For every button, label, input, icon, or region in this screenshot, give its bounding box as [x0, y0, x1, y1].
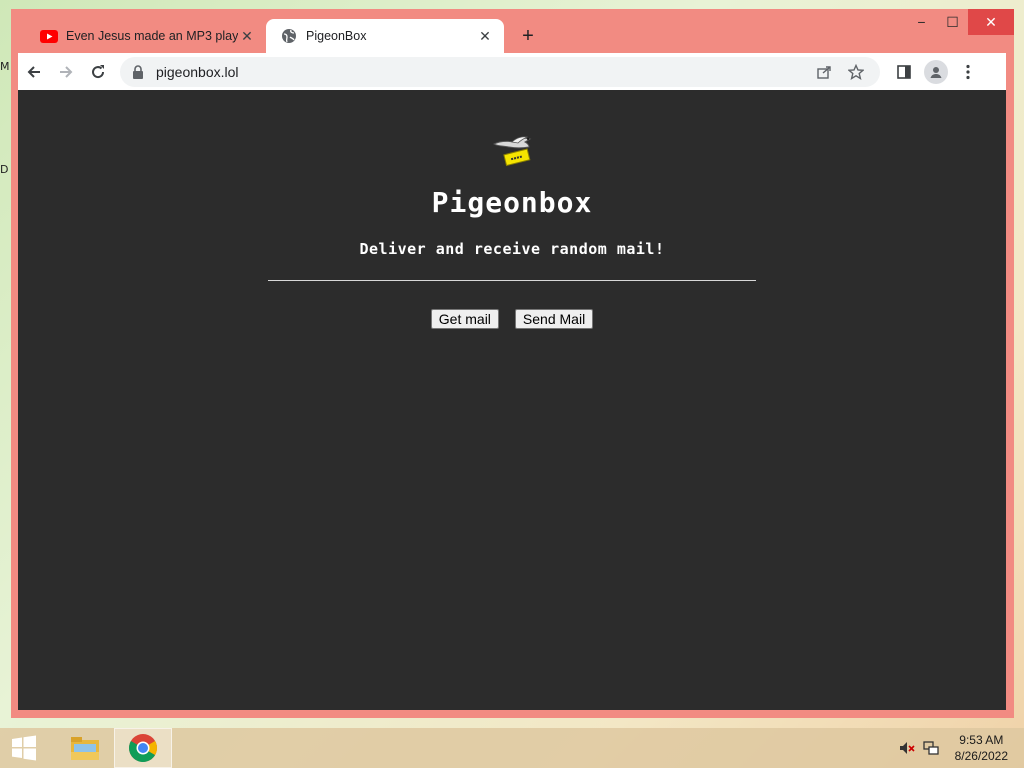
side-panel-icon: [897, 64, 911, 79]
tab-title: PigeonBox: [306, 29, 367, 43]
page-title: Pigeonbox: [431, 186, 593, 219]
star-icon: [848, 63, 864, 80]
globe-icon: [280, 27, 298, 45]
lock-icon[interactable]: [130, 64, 146, 80]
maximize-button[interactable]: ☐: [937, 9, 968, 35]
folder-icon: [71, 737, 99, 760]
system-tray: 9:53 AM 8/26/2022: [895, 728, 1024, 768]
close-window-button[interactable]: ✕: [968, 9, 1014, 35]
arrow-right-icon: [60, 65, 73, 78]
page-tagline: Deliver and receive random mail!: [359, 240, 665, 258]
chrome-icon: [129, 734, 157, 762]
chrome-taskbar-button[interactable]: [114, 728, 172, 768]
more-vert-icon: [966, 64, 970, 79]
taskbar: 9:53 AM 8/26/2022: [0, 728, 1024, 768]
back-button[interactable]: [18, 56, 50, 88]
file-explorer-taskbar-button[interactable]: [56, 728, 114, 768]
window-controls: − ☐ ✕: [906, 9, 1014, 35]
clock-date: 8/26/2022: [954, 749, 1008, 763]
menu-button[interactable]: [952, 56, 984, 88]
url-text[interactable]: pigeonbox.lol: [156, 64, 806, 80]
tab-title: Even Jesus made an MP3 player: [66, 29, 238, 43]
browser-toolbar: pigeonbox.lol: [18, 53, 1006, 90]
pigeon-logo-icon: [493, 136, 532, 167]
send-mail-button[interactable]: Send Mail: [514, 309, 594, 329]
address-bar[interactable]: pigeonbox.lol: [120, 56, 880, 87]
share-icon: [817, 65, 831, 79]
tab-strip: Even Jesus made an MP3 player ✕ PigeonBo…: [11, 17, 911, 53]
get-mail-button[interactable]: Get mail: [430, 309, 499, 329]
avatar: [924, 59, 948, 84]
profile-button[interactable]: [920, 56, 952, 88]
desktop-icon-label-stub: D: [0, 163, 9, 176]
close-tab-icon[interactable]: ✕: [238, 28, 256, 45]
divider: [268, 280, 756, 281]
forward-button[interactable]: [50, 56, 82, 88]
side-panel-button[interactable]: [888, 56, 920, 88]
arrow-left-icon: [27, 65, 40, 78]
windows-logo-icon: [12, 735, 36, 761]
new-tab-button[interactable]: +: [514, 22, 542, 50]
network-icon[interactable]: [919, 728, 943, 768]
bookmark-button[interactable]: [842, 58, 870, 86]
page-viewport: Pigeonbox Deliver and receive random mai…: [18, 90, 1006, 710]
action-buttons: Get mail Send Mail: [18, 309, 1006, 329]
reload-button[interactable]: [82, 56, 114, 88]
tab-pigeonbox[interactable]: PigeonBox ✕: [266, 19, 504, 53]
start-button[interactable]: [0, 728, 48, 768]
clock[interactable]: 9:53 AM 8/26/2022: [943, 732, 1024, 764]
desktop-icon-label-stub: M: [0, 60, 10, 73]
browser-window: − ☐ ✕ Even Jesus made an MP3 player ✕ Pi…: [11, 9, 1014, 718]
share-button[interactable]: [810, 58, 838, 86]
volume-muted-icon[interactable]: [895, 728, 919, 768]
reload-icon: [92, 64, 105, 78]
close-tab-icon[interactable]: ✕: [476, 28, 494, 45]
tab-youtube[interactable]: Even Jesus made an MP3 player ✕: [26, 19, 266, 53]
clock-time: 9:53 AM: [959, 733, 1004, 747]
youtube-icon: [40, 27, 58, 45]
